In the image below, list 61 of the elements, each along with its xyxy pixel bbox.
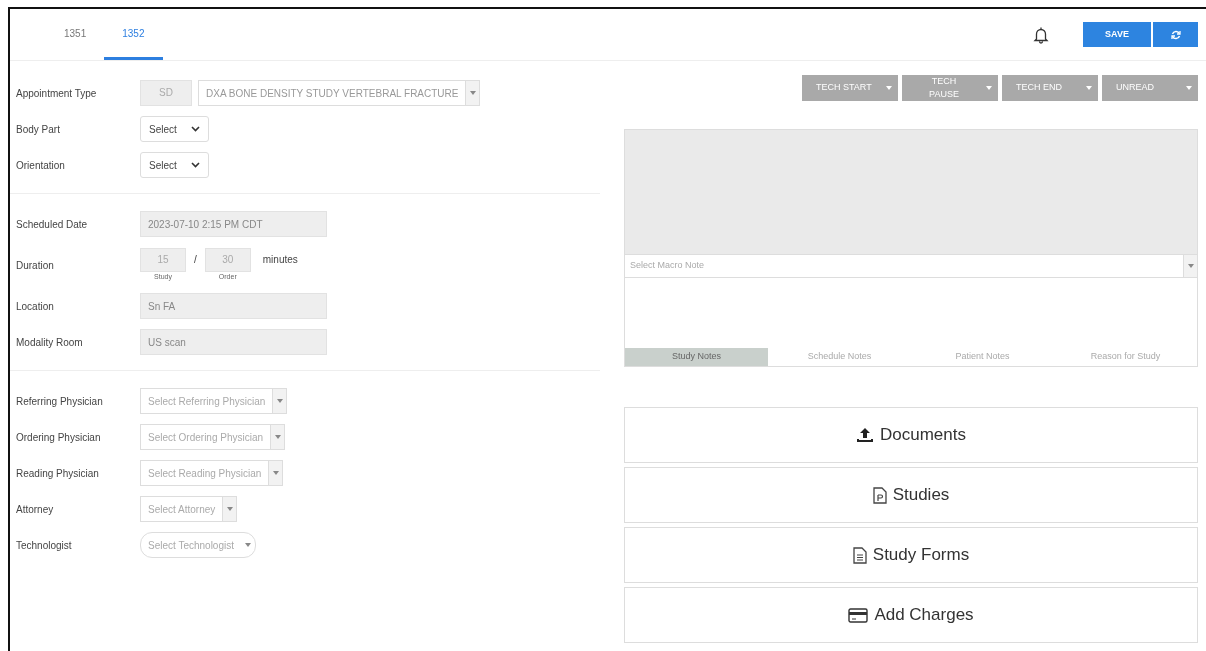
caret-icon	[245, 543, 251, 547]
document-icon	[852, 546, 867, 564]
caret-icon	[190, 162, 200, 168]
field-label: Ordering Physician	[16, 430, 102, 445]
field-label: Location	[16, 299, 55, 314]
caret-icon	[886, 86, 892, 90]
separator-text: /	[194, 252, 197, 267]
action-button[interactable]: Study Forms	[624, 527, 1198, 583]
refresh-icon	[1170, 29, 1181, 40]
credit-card-icon	[848, 607, 869, 623]
action-button[interactable]: Studies	[624, 467, 1198, 523]
save-button[interactable]: SAVE	[1083, 22, 1151, 47]
status-button[interactable]: TECH END	[1002, 75, 1098, 101]
bell-icon[interactable]	[1033, 25, 1049, 44]
caret-icon	[986, 86, 992, 90]
physician-combo[interactable]: Select Ordering Physician	[140, 424, 286, 450]
field-label: Technologist	[16, 538, 73, 553]
readonly-field: US scan	[140, 329, 327, 355]
caret-icon	[274, 435, 281, 439]
caret-icon	[276, 399, 283, 403]
document-icon	[872, 486, 887, 504]
field-label: Modality Room	[16, 335, 84, 350]
field-label: Attorney	[16, 502, 55, 517]
code-field: SD	[140, 80, 192, 106]
status-button[interactable]: UNREAD	[1102, 75, 1198, 101]
upload-icon	[856, 427, 874, 443]
field-label: Referring Physician	[16, 394, 104, 409]
macro-note-combo[interactable]: Select Macro Note	[625, 254, 1197, 278]
caret-icon	[1187, 264, 1194, 268]
refresh-button[interactable]	[1153, 22, 1198, 47]
field-label: Reading Physician	[16, 466, 100, 481]
field-label: Duration	[16, 258, 55, 273]
caret-icon	[469, 91, 476, 95]
select-dropdown[interactable]: Select	[140, 116, 209, 142]
duration-field[interactable]: 30	[204, 247, 251, 272]
caret-icon	[272, 471, 279, 475]
physician-combo[interactable]: Select Referring Physician	[140, 388, 288, 414]
record-tab[interactable]: 1352	[104, 9, 163, 60]
duration-field[interactable]: 15	[140, 247, 186, 272]
field-label: Appointment Type	[16, 86, 98, 101]
record-tab[interactable]: 1351	[46, 9, 105, 60]
caret-icon	[1186, 86, 1192, 90]
physician-combo[interactable]: Select Attorney	[140, 496, 238, 522]
field-label: Orientation	[16, 158, 66, 173]
action-button[interactable]: Documents	[624, 407, 1198, 463]
technologist-select[interactable]: Select Technologist	[140, 532, 256, 558]
status-button[interactable]: TECH PAUSE	[902, 75, 998, 101]
caret-icon	[1086, 86, 1092, 90]
status-button[interactable]: TECH START	[802, 75, 898, 101]
notes-tab[interactable]: Study Notes	[625, 348, 768, 366]
readonly-field: 2023-07-10 2:15 PM CDT	[140, 211, 327, 237]
action-button[interactable]: Add Charges	[624, 587, 1198, 643]
unit-text: minutes	[262, 252, 298, 267]
caret-icon	[190, 126, 200, 132]
appointment-type-combo[interactable]: DXA BONE DENSITY STUDY VERTEBRAL FRACTURE	[198, 80, 481, 106]
field-label: Body Part	[16, 122, 61, 137]
field-label: Scheduled Date	[16, 217, 89, 232]
readonly-field: Sn FA	[140, 293, 327, 319]
select-dropdown[interactable]: Select	[140, 152, 209, 178]
physician-combo[interactable]: Select Reading Physician	[140, 460, 284, 486]
caret-icon	[226, 507, 233, 511]
